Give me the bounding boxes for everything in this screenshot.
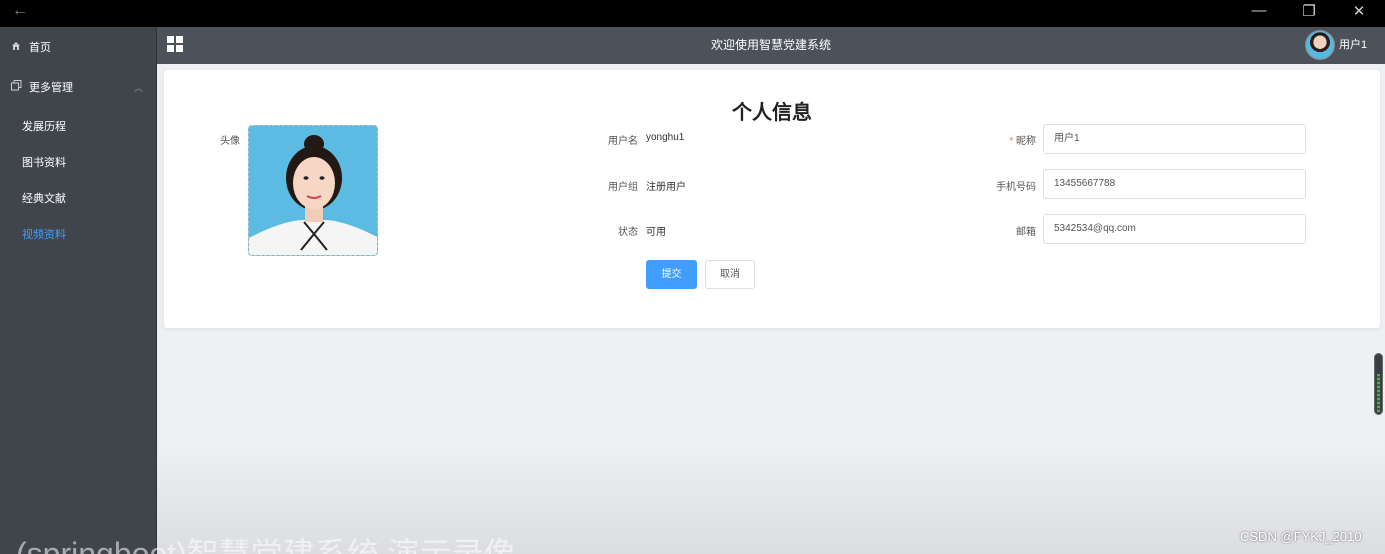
chevron-up-icon: ︿: [133, 83, 143, 93]
sidebar-item-label: 首页: [29, 42, 51, 54]
username-label: 用户名: [608, 136, 638, 147]
user-avatar[interactable]: [1305, 30, 1335, 60]
phone-input[interactable]: 13455667788: [1043, 169, 1306, 199]
back-arrow-icon[interactable]: ←: [12, 2, 28, 20]
minimize-icon[interactable]: —: [1244, 2, 1274, 19]
top-header: 欢迎使用智慧党建系统 用户1: [157, 27, 1385, 64]
email-input[interactable]: 5342534@qq.com: [1043, 214, 1306, 244]
sidebar: 首页 更多管理 ︿ 发展历程 图书资料 经典文献 视频资料: [0, 27, 157, 554]
sidebar-group-label: 更多管理: [29, 82, 73, 94]
sidebar-group-more[interactable]: 更多管理 ︿: [0, 70, 157, 106]
header-username[interactable]: 用户1: [1339, 27, 1367, 64]
copy-icon: [11, 70, 22, 106]
sidebar-item-home[interactable]: 首页: [0, 30, 157, 66]
submit-button[interactable]: 提交: [646, 260, 697, 289]
header-title: 欢迎使用智慧党建系统: [710, 38, 831, 52]
status-value: 可用: [646, 227, 666, 238]
sidebar-item-history[interactable]: 发展历程: [22, 117, 66, 137]
profile-card: 个人信息 头像 用户名 yonghu1 用户组 注册用户 状态 可用 * 昵称 …: [164, 70, 1380, 328]
portrait-photo: [249, 126, 377, 255]
phone-label: 手机号码: [996, 182, 1036, 193]
restore-icon[interactable]: ❐: [1294, 2, 1324, 20]
nickname-input[interactable]: 用户1: [1043, 124, 1306, 154]
video-caption-overlay: (springboot)智慧党建系统 演示录像: [16, 536, 516, 554]
username-value: yonghu1: [646, 132, 685, 143]
nickname-label-text: 昵称: [1016, 136, 1036, 147]
avatar-upload[interactable]: [248, 125, 378, 256]
group-value: 注册用户: [646, 182, 686, 193]
nickname-label: * 昵称: [954, 132, 1036, 147]
scrollbar-thumb[interactable]: [1377, 374, 1380, 412]
home-icon: [11, 30, 21, 66]
email-label: 邮箱: [1016, 227, 1036, 238]
cancel-button[interactable]: 取消: [705, 260, 755, 289]
window-titlebar: ← — ❐ ✕: [0, 0, 1385, 27]
sidebar-item-books[interactable]: 图书资料: [22, 153, 66, 173]
status-label: 状态: [618, 227, 638, 238]
sidebar-item-videos[interactable]: 视频资料: [22, 225, 66, 245]
sidebar-item-classics[interactable]: 经典文献: [22, 189, 66, 209]
watermark: CSDN @FYKJ_2010: [1240, 529, 1362, 544]
scrollbar[interactable]: [1374, 353, 1383, 415]
close-icon[interactable]: ✕: [1344, 2, 1374, 20]
avatar-label: 头像: [220, 136, 240, 147]
group-label: 用户组: [608, 182, 638, 193]
page-title: 个人信息: [732, 102, 812, 124]
required-mark: *: [1009, 136, 1014, 147]
